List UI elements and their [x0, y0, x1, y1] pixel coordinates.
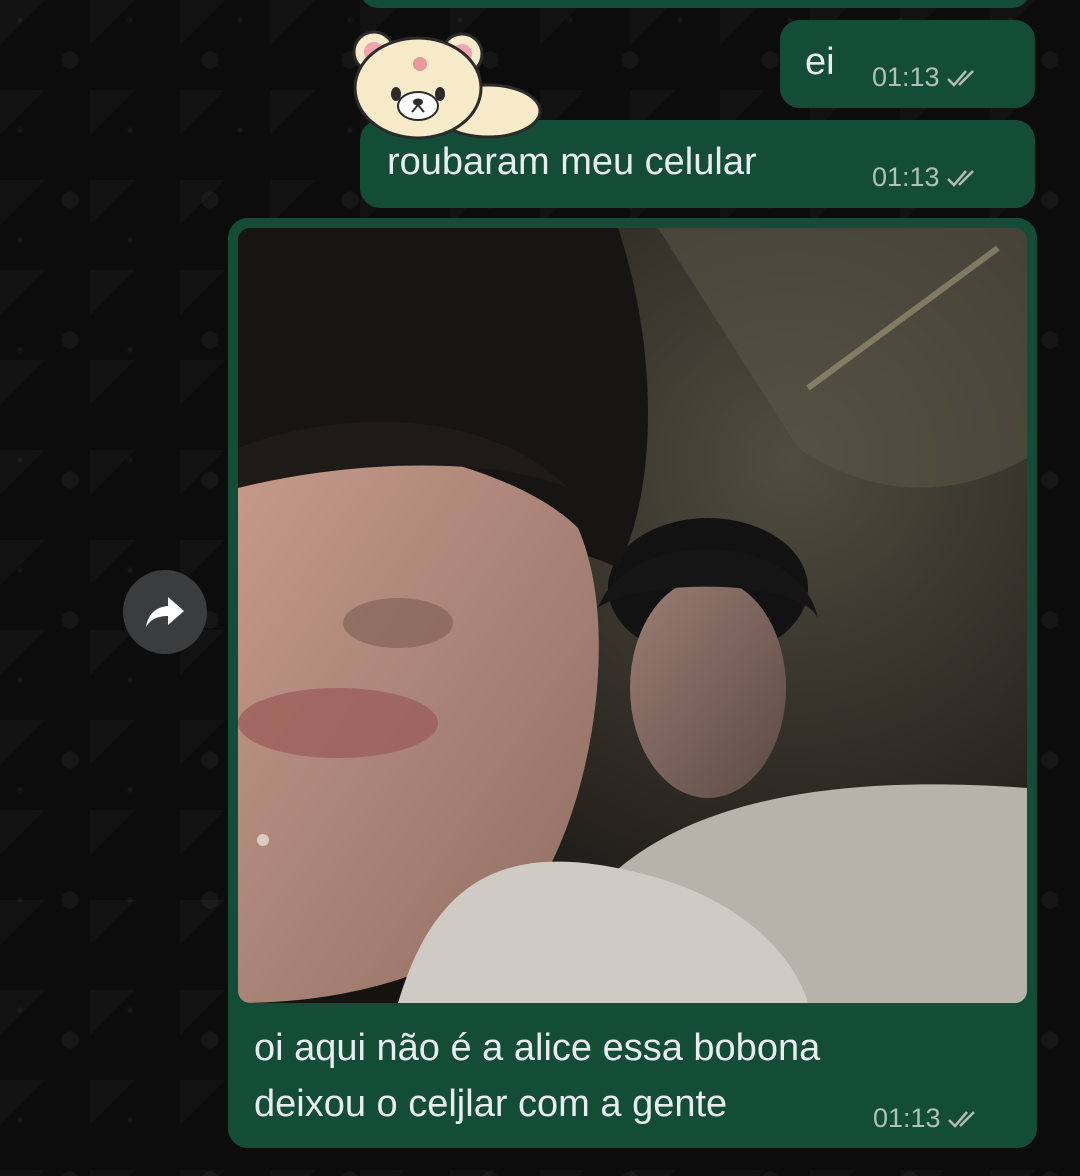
- photo-caption-line-2: deixou o celjlar com a gente: [254, 1083, 728, 1125]
- photo-content: [238, 228, 1027, 1003]
- message-time: 01:13: [873, 1103, 941, 1133]
- message-meta: 01:13: [872, 62, 986, 93]
- message-meta: 01:13: [873, 1103, 987, 1134]
- read-receipt-icon: [947, 1110, 975, 1128]
- message-bubble-ei[interactable]: ei 01:13: [780, 20, 1035, 108]
- message-text: ei: [805, 41, 835, 83]
- message-text: roubaram meu celular: [387, 141, 757, 183]
- message-time: 01:13: [872, 162, 940, 192]
- message-meta: 01:13: [872, 162, 986, 193]
- read-receipt-icon: [946, 69, 974, 87]
- read-receipt-icon: [946, 169, 974, 187]
- forward-arrow-icon: [146, 597, 184, 627]
- photo-caption-line-1: oi aqui não é a alice essa bobona: [254, 1027, 821, 1069]
- previous-message-bubble[interactable]: [360, 0, 1030, 8]
- message-time: 01:13: [872, 62, 940, 92]
- forward-button[interactable]: [123, 570, 207, 654]
- teddy-bear-sticker-icon[interactable]: [338, 16, 548, 141]
- message-photo[interactable]: [238, 228, 1027, 1003]
